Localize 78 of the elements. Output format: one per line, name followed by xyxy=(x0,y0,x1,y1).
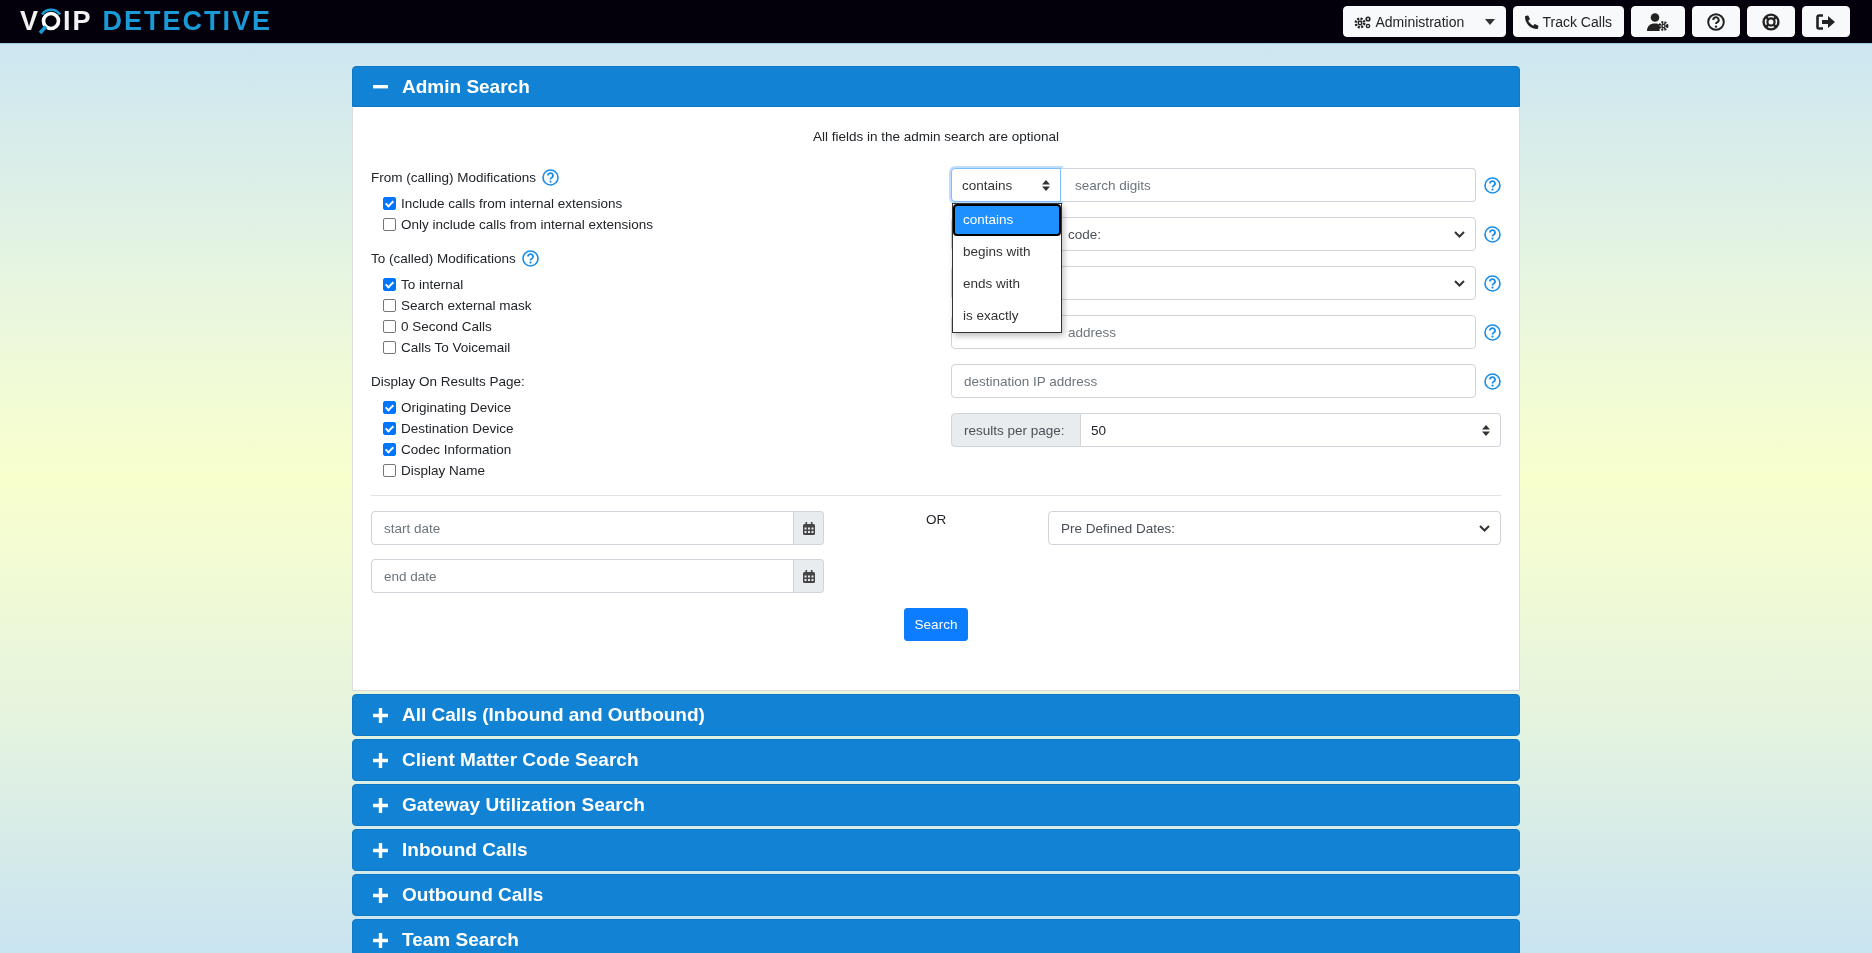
support-button[interactable] xyxy=(1747,6,1795,37)
checkbox[interactable] xyxy=(383,197,396,210)
help-icon[interactable] xyxy=(1484,176,1501,194)
phone-icon xyxy=(1524,14,1539,29)
plus-icon[interactable] xyxy=(373,707,388,723)
checkbox-label: Codec Information xyxy=(401,442,512,457)
help-icon[interactable] xyxy=(1484,372,1501,390)
results-per-page-label: results per page: xyxy=(951,413,1081,447)
calendar-icon xyxy=(802,521,815,535)
help-icon[interactable] xyxy=(1484,225,1501,243)
plus-icon[interactable] xyxy=(373,842,388,858)
info-text: All fields in the admin search are optional xyxy=(811,128,1061,146)
checkbox-label: Include calls from internal extensions xyxy=(401,196,623,211)
section-label: Display On Results Page: xyxy=(371,373,525,389)
checkbox[interactable] xyxy=(383,341,396,354)
help-icon xyxy=(1707,12,1725,31)
minus-icon[interactable] xyxy=(373,84,388,89)
ip-address-field[interactable]: destination IP address xyxy=(951,364,1476,398)
checkbox-label: Originating Device xyxy=(401,400,512,415)
caret-icon xyxy=(1484,18,1495,25)
accordion-header[interactable]: All Calls (Inbound and Outbound) xyxy=(352,694,1520,736)
checkbox[interactable] xyxy=(383,401,396,414)
accordion-header[interactable]: Outbound Calls xyxy=(352,874,1520,916)
administration-button[interactable]: Administration xyxy=(1342,6,1506,37)
help-icon[interactable] xyxy=(1484,323,1501,341)
plus-icon[interactable] xyxy=(373,797,388,813)
checkbox[interactable] xyxy=(383,464,396,477)
checkbox-label: Calls To Voicemail xyxy=(401,340,511,355)
checkbox-label: Destination Device xyxy=(401,421,514,436)
logout-button[interactable] xyxy=(1802,6,1850,37)
menu-item[interactable]: ends with xyxy=(953,268,1061,300)
checkbox[interactable] xyxy=(383,443,396,456)
accordion-header[interactable]: Team Search xyxy=(352,919,1520,953)
logo-text: V xyxy=(20,6,40,37)
accordion-header[interactable]: Inbound Calls xyxy=(352,829,1520,871)
up-down-arrows-icon xyxy=(1482,424,1490,436)
search-digits-field[interactable]: search digits xyxy=(1061,168,1476,202)
plus-icon[interactable] xyxy=(373,752,388,768)
section-label: To (called) Modifications xyxy=(371,250,516,266)
help-button[interactable] xyxy=(1692,6,1740,37)
help-icon[interactable] xyxy=(542,168,560,186)
logout-icon xyxy=(1816,13,1836,30)
checkbox[interactable] xyxy=(383,218,396,231)
checkbox-label: Only include calls from internal extensions xyxy=(401,217,654,232)
magnifier-icon xyxy=(38,7,64,36)
checkbox-label: Display Name xyxy=(401,463,486,478)
search-button[interactable]: Search xyxy=(903,608,969,641)
life-ring-icon xyxy=(1762,12,1780,31)
plus-icon[interactable] xyxy=(373,887,388,903)
calendar-icon xyxy=(802,569,815,583)
checkbox[interactable] xyxy=(383,299,396,312)
checkbox-label: 0 Second Calls xyxy=(401,319,492,334)
plus-icon[interactable] xyxy=(373,932,388,948)
checkbox[interactable] xyxy=(383,422,396,435)
match-select[interactable]: contains xyxy=(951,168,1061,202)
user-settings-button[interactable] xyxy=(1631,6,1685,37)
checkbox-label: Search external mask xyxy=(401,298,532,313)
accordion-header[interactable]: Gateway Utilization Search xyxy=(352,784,1520,826)
results-per-page-select[interactable]: 50 xyxy=(1081,413,1501,447)
checkbox-label: To internal xyxy=(401,277,464,292)
logo-text: IP xyxy=(63,6,93,37)
checkbox[interactable] xyxy=(383,278,396,291)
or-label: OR xyxy=(925,511,947,527)
help-icon[interactable] xyxy=(1484,274,1501,292)
track-calls-button[interactable]: Track Calls xyxy=(1512,6,1624,37)
logo-text: DETECTIVE xyxy=(102,6,273,37)
section-label: From (calling) Modifications xyxy=(371,169,537,185)
user-gear-icon xyxy=(1647,12,1669,31)
chevron-down-icon xyxy=(1454,230,1465,238)
chevron-down-icon xyxy=(1454,279,1465,287)
predefined-dates-select[interactable]: Pre Defined Dates: xyxy=(1048,511,1501,545)
accordion-header[interactable]: Admin Search xyxy=(352,66,1520,107)
chevron-down-icon xyxy=(1479,524,1490,532)
accordion-header[interactable]: Client Matter Code Search xyxy=(352,739,1520,781)
up-down-arrows-icon xyxy=(1042,179,1050,191)
checkbox[interactable] xyxy=(383,320,396,333)
help-icon[interactable] xyxy=(521,249,539,267)
gears-icon xyxy=(1353,14,1372,29)
